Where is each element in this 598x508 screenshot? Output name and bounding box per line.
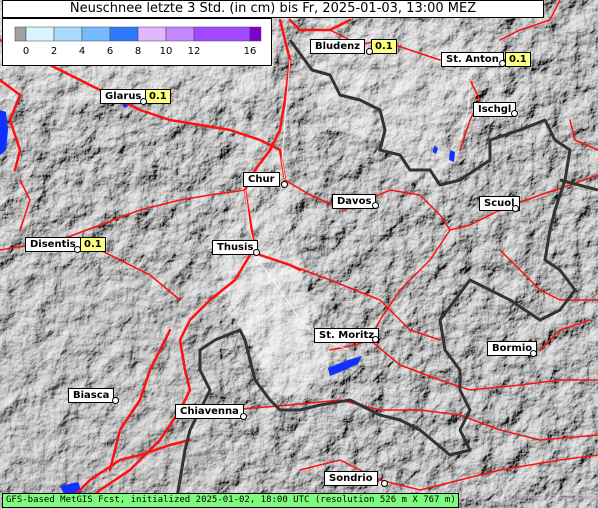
legend-tick: 4: [78, 46, 86, 57]
legend-colorbar: [14, 26, 262, 42]
legend-swatch: [25, 26, 55, 42]
legend-swatch: [249, 26, 262, 42]
location-marker: [499, 60, 506, 67]
legend-tick: 2: [50, 46, 58, 57]
forecast-info-footer: GFS-based MetGIS Fcst, initialized 2025-…: [2, 493, 459, 508]
location-marker: [372, 202, 379, 209]
lake: [449, 150, 455, 162]
location-marker: [512, 205, 519, 212]
terrain-map: [0, 0, 598, 508]
legend-swatch: [165, 26, 195, 42]
snow-value-glarus: 0.1: [145, 89, 171, 104]
legend-swatch: [53, 26, 83, 42]
snowfall-legend: 0 2 4 6 8 10 12 16: [2, 18, 272, 66]
location-marker: [281, 181, 288, 188]
location-marker: [511, 110, 518, 117]
location-marker: [381, 480, 388, 487]
place-label-sondrio[interactable]: Sondrio: [324, 471, 378, 486]
place-label-chiavenna[interactable]: Chiavenna: [175, 404, 244, 419]
legend-swatch: [137, 26, 167, 42]
location-marker: [112, 397, 119, 404]
legend-swatch: [109, 26, 139, 42]
location-marker: [240, 413, 247, 420]
place-label-st-anton[interactable]: St. Anton: [441, 52, 504, 67]
location-marker: [74, 246, 81, 253]
place-label-davos[interactable]: Davos: [332, 194, 377, 209]
legend-tick: 10: [159, 46, 173, 57]
legend-tick: 16: [243, 46, 257, 57]
location-marker: [140, 98, 147, 105]
location-marker: [366, 48, 373, 55]
snow-value-bludenz: 0.1: [371, 39, 397, 54]
legend-tick: 0: [22, 46, 30, 57]
place-label-biasca[interactable]: Biasca: [68, 388, 115, 403]
place-label-bludenz[interactable]: Bludenz: [310, 39, 366, 54]
legend-tick: 6: [106, 46, 114, 57]
location-marker: [253, 249, 260, 256]
place-label-ischgl[interactable]: Ischgl: [473, 102, 517, 117]
legend-tick: 12: [187, 46, 201, 57]
location-marker: [530, 350, 537, 357]
place-label-st-moritz[interactable]: St. Moritz: [314, 328, 380, 343]
place-label-thusis[interactable]: Thusis: [212, 240, 259, 255]
place-label-disentis[interactable]: Disentis: [25, 237, 81, 252]
snow-value-st-anton: 0.1: [505, 52, 531, 67]
snow-value-disentis: 0.1: [80, 237, 106, 252]
legend-swatch: [81, 26, 111, 42]
location-marker: [372, 336, 379, 343]
map-title: Neuschnee letzte 3 Std. (in cm) bis Fr, …: [2, 0, 544, 18]
place-label-chur[interactable]: Chur: [243, 172, 280, 187]
legend-tick: 8: [134, 46, 142, 57]
legend-swatch: [14, 26, 27, 42]
legend-swatch: [193, 26, 251, 42]
